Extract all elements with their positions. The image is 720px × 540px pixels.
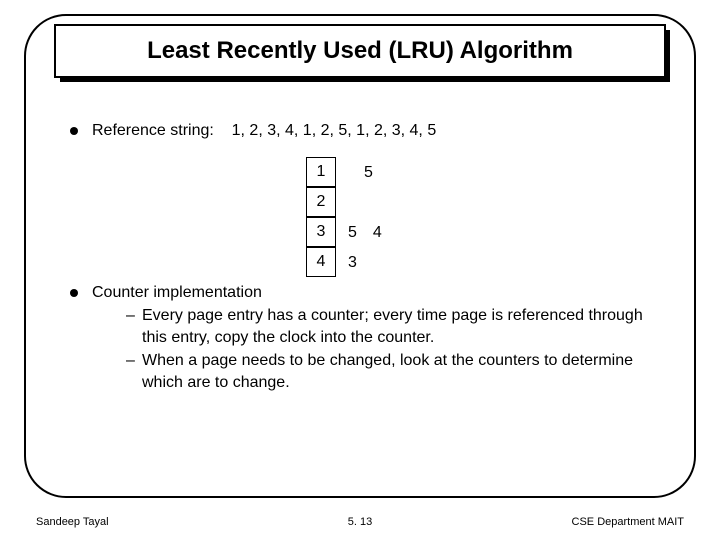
frame-row-4: 4 3 [306,248,506,278]
bullet-counter-impl: Counter implementation – Every page entr… [70,282,660,396]
footer-department: CSE Department MAIT [468,516,684,528]
frame-row-1: 1 5 [306,158,506,188]
bullet-ref-string: Reference string: 1, 2, 3, 4, 1, 2, 5, 1… [70,120,660,142]
dash-icon: – [126,350,142,393]
dash-icon: – [126,305,142,348]
bullet-dot-icon [70,289,78,297]
frame-side: 5 4 [348,224,382,242]
frame-side: 5 [348,164,373,182]
bullet-dot-icon [70,127,78,135]
side-val: 3 [348,254,357,272]
counter-impl-label: Counter implementation [92,284,262,301]
footer-author: Sandeep Tayal [36,516,252,528]
frame-row-2: 2 [306,188,506,218]
frame-cell: 4 [306,247,336,277]
side-val: 5 [364,164,373,182]
frame-cell: 2 [306,187,336,217]
bullet-text: Counter implementation – Every page entr… [92,282,660,396]
footer: Sandeep Tayal 5. 13 CSE Department MAIT [36,516,684,528]
dash-text-2: When a page needs to be changed, look at… [142,350,660,393]
side-val: 4 [373,224,382,242]
bullet-text: Reference string: 1, 2, 3, 4, 1, 2, 5, 1… [92,120,660,142]
title-box: Least Recently Used (LRU) Algorithm [54,24,666,78]
side-val: 5 [348,224,357,242]
slide-title: Least Recently Used (LRU) Algorithm [54,24,666,78]
dash-item-1: – Every page entry has a counter; every … [126,305,660,348]
frames-diagram: 1 5 2 3 5 4 4 3 [306,158,506,278]
frame-row-3: 3 5 4 [306,218,506,248]
dash-item-2: – When a page needs to be changed, look … [126,350,660,393]
ref-string-label: Reference string: [92,122,214,139]
dash-list: – Every page entry has a counter; every … [126,305,660,393]
footer-page-number: 5. 13 [252,516,468,528]
ref-string-values: 1, 2, 3, 4, 1, 2, 5, 1, 2, 3, 4, 5 [232,122,437,139]
frame-cell: 3 [306,217,336,247]
frame-side: 3 [348,254,373,272]
dash-text-1: Every page entry has a counter; every ti… [142,305,660,348]
frame-cell: 1 [306,157,336,187]
